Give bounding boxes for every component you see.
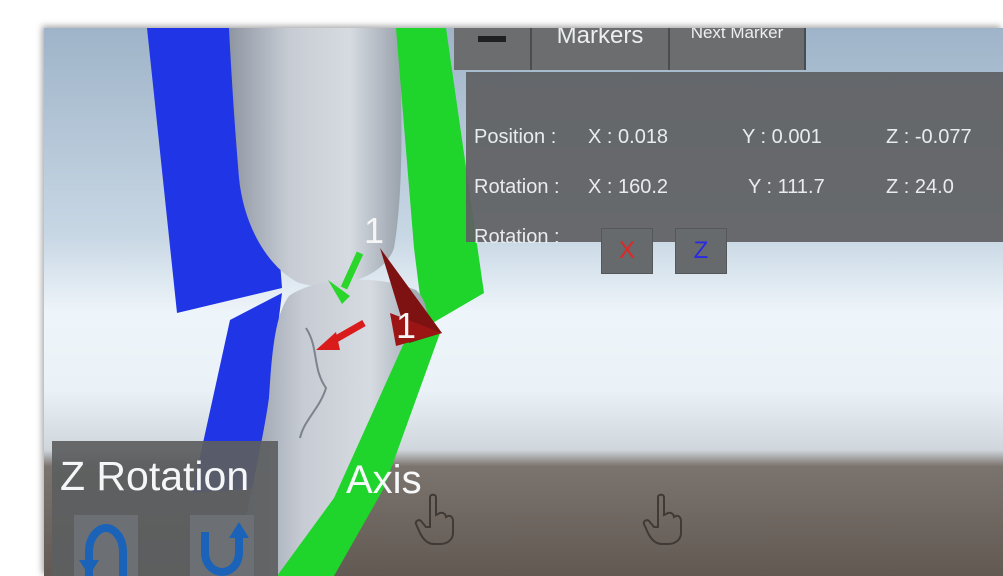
- menu-icon: [478, 36, 506, 42]
- z-rotation-title: Z Rotation: [60, 453, 250, 499]
- position-label: Position :: [474, 126, 557, 148]
- z-rotation-panel: Z Rotation: [52, 441, 278, 576]
- hand-cursor-icon: [642, 493, 682, 545]
- rotate-ccw-icon: [79, 523, 127, 576]
- markers-tab[interactable]: Markers: [532, 28, 670, 70]
- position-z: Z : -0.077: [886, 126, 972, 148]
- top-toolbar: Markers Next Marker: [454, 28, 806, 72]
- menu-button[interactable]: [454, 28, 532, 70]
- rotation-y: Y : 111.7: [748, 176, 825, 198]
- next-marker-tab[interactable]: Next Marker: [670, 28, 806, 70]
- rotate-ccw-button[interactable]: [74, 515, 138, 576]
- rotation-label: Rotation :: [474, 176, 560, 198]
- unity-viewport[interactable]: 1 1 Markers Next Marker Position : X : 0…: [44, 28, 1003, 576]
- rotate-cw-icon: [201, 522, 249, 576]
- rotate-cw-button[interactable]: [190, 515, 254, 576]
- marker-label-2: 1: [396, 305, 416, 346]
- axis-label: Axis: [346, 458, 422, 502]
- rotate-x-button[interactable]: X: [601, 228, 653, 274]
- axis-buttons: X Z: [601, 228, 727, 274]
- rotate-z-button[interactable]: Z: [675, 228, 727, 274]
- rotation-axis-label: Rotation :: [474, 226, 560, 248]
- hand-cursor-icon: [414, 493, 454, 545]
- rotation-x: X : 160.2: [588, 176, 669, 198]
- rotation-z: Z : 24.0: [886, 176, 954, 198]
- marker-info-panel: Position : X : 0.018 Y : 0.001 Z : -0.07…: [466, 72, 1003, 274]
- position-y: Y : 0.001: [742, 126, 822, 148]
- position-x: X : 0.018: [588, 126, 669, 148]
- marker-label-1: 1: [364, 210, 384, 251]
